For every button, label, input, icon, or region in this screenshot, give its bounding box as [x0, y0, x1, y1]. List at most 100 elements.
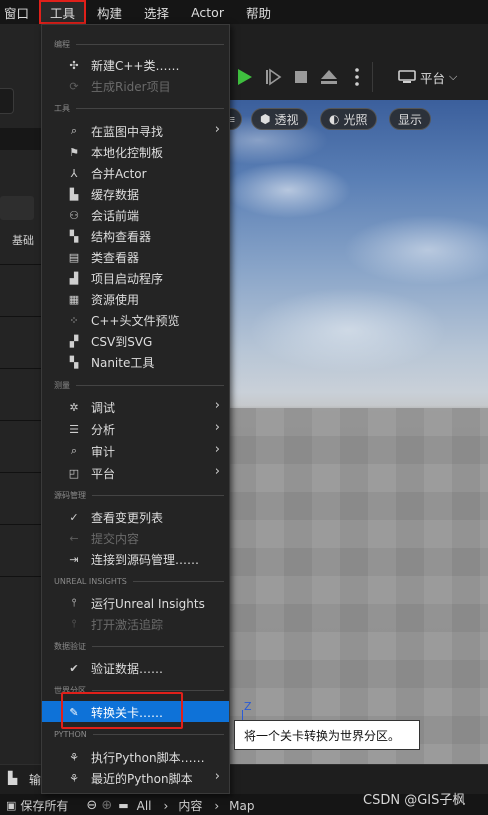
- menu-item-generate-rider[interactable]: ⟳ 生成Rider项目: [42, 75, 229, 96]
- launcher-icon: ▟: [69, 271, 79, 285]
- menu-item-localization-dashboard[interactable]: ⚑ 本地化控制板: [42, 141, 229, 162]
- insights-icon: ⫯: [71, 596, 77, 609]
- menu-item-platforms[interactable]: ◰ 平台 ›: [42, 462, 229, 483]
- platform-icon: ◰: [68, 466, 80, 480]
- play-icon[interactable]: [236, 68, 254, 86]
- menu-item-cache-data[interactable]: ▙ 缓存数据: [42, 183, 229, 204]
- left-panel-icons: [0, 196, 42, 222]
- submenu-arrow-icon: ›: [214, 420, 220, 435]
- divider: [0, 316, 42, 317]
- nanite-icon: ▚: [69, 355, 79, 369]
- divider: [0, 420, 42, 421]
- forward-icon[interactable]: ⊕: [101, 798, 112, 813]
- menu-item-session-frontend[interactable]: ⚇ 会话前端: [42, 204, 229, 225]
- flag-icon: ⚑: [69, 145, 79, 159]
- menu-item-nanite-tools[interactable]: ▚ Nanite工具: [42, 351, 229, 372]
- section-unreal-insights: UNREAL INSIGHTS: [54, 575, 224, 587]
- step-icon[interactable]: [264, 68, 282, 86]
- section-source-control: 源码管理: [54, 489, 224, 501]
- perspective-button[interactable]: ⬢ 透视: [251, 108, 308, 130]
- breadcrumb-separator-icon: ›: [214, 798, 220, 813]
- folder-icon: ▬: [118, 799, 129, 812]
- menu-item-open-live-trace[interactable]: ⫯ 打开激活追踪: [42, 613, 229, 634]
- menu-window[interactable]: 窗口: [0, 0, 37, 24]
- menu-item-find-in-blueprints[interactable]: ⌕ 在蓝图中寻找 ›: [42, 120, 229, 141]
- sky-clouds: [228, 100, 488, 390]
- floor-grid: [228, 408, 488, 764]
- breadcrumb-content[interactable]: 内容: [178, 797, 202, 814]
- menu-select[interactable]: 选择: [133, 0, 180, 24]
- menu-item-merge-actors[interactable]: ⅄ 合并Actor: [42, 162, 229, 183]
- menu-item-profile[interactable]: ☰ 分析 ›: [42, 418, 229, 439]
- menu-tools[interactable]: 工具: [39, 0, 87, 24]
- lighting-label: 光照: [343, 112, 368, 127]
- table-icon: ▦: [68, 292, 80, 306]
- save-icon[interactable]: ▣: [6, 799, 16, 812]
- menu-item-submit-content[interactable]: ← 提交内容: [42, 527, 229, 548]
- menu-item-project-launcher[interactable]: ▟ 项目启动程序: [42, 267, 229, 288]
- connect-icon: ⇥: [69, 552, 79, 566]
- submenu-arrow-icon: ›: [214, 442, 220, 457]
- menu-item-debug[interactable]: ✲ 调试 ›: [42, 396, 229, 417]
- struct-icon: ▚: [69, 229, 79, 243]
- lighting-button[interactable]: ◐ 光照: [320, 108, 377, 130]
- breadcrumb-all[interactable]: All: [137, 799, 152, 813]
- session-icon: ⚇: [69, 208, 79, 222]
- analyze-icon: ☰: [69, 422, 79, 436]
- menu-build[interactable]: 构建: [86, 0, 133, 24]
- check-circle-icon: ✓: [69, 510, 79, 524]
- platform-icon: [398, 70, 416, 83]
- python-icon: ⚘: [69, 771, 79, 785]
- csv-icon: ▞: [69, 334, 79, 348]
- menu-item-run-unreal-insights[interactable]: ⫯ 运行Unreal Insights: [42, 592, 229, 613]
- show-button[interactable]: 显示: [389, 108, 432, 130]
- section-instrumentation: 测量: [54, 379, 224, 391]
- eject-icon[interactable]: [319, 68, 339, 86]
- tooltip-text: 将一个关卡转换为世界分区。: [244, 728, 401, 743]
- menu-item-cpp-header-preview[interactable]: ⁘ C++头文件预览: [42, 309, 229, 330]
- output-log-label[interactable]: 输: [29, 771, 41, 788]
- divider: [0, 472, 42, 473]
- bug-icon: ✲: [69, 400, 79, 414]
- menu-item-recent-python[interactable]: ⚘ 最近的Python脚本 ›: [42, 767, 229, 788]
- menu-item-struct-viewer[interactable]: ▚ 结构查看器: [42, 225, 229, 246]
- menu-item-resource-usage[interactable]: ▦ 资源使用: [42, 288, 229, 309]
- menu-item-validate-data[interactable]: ✔ 验证数据……: [42, 657, 229, 678]
- breadcrumb-separator-icon: ›: [163, 798, 169, 813]
- menu-item-execute-python[interactable]: ⚘ 执行Python脚本……: [42, 746, 229, 767]
- back-icon[interactable]: ⊖: [86, 798, 97, 813]
- menu-item-new-cpp-class[interactable]: ✣ 新建C++类……: [42, 54, 229, 75]
- left-panel-field[interactable]: [0, 88, 14, 114]
- class-viewer-icon: ▤: [68, 250, 80, 264]
- menu-item-view-changelists[interactable]: ✓ 查看变更列表: [42, 506, 229, 527]
- left-panel: 基础: [0, 24, 42, 764]
- clapper-icon[interactable]: [14, 196, 34, 220]
- divider: [0, 524, 42, 525]
- menu-item-audit[interactable]: ⌕ 审计 ›: [42, 440, 229, 461]
- submenu-arrow-icon: ›: [214, 122, 220, 137]
- menu-help[interactable]: 帮助: [235, 0, 282, 24]
- show-label: 显示: [398, 112, 423, 127]
- more-options-icon[interactable]: [352, 66, 362, 88]
- section-python: PYTHON: [54, 728, 224, 740]
- section-data-validation: 数据验证: [54, 640, 224, 652]
- stop-icon[interactable]: [292, 68, 310, 86]
- submenu-arrow-icon: ›: [214, 464, 220, 479]
- level-viewport[interactable]: [228, 100, 488, 764]
- menu-item-connect-source-control[interactable]: ⇥ 连接到源码管理……: [42, 548, 229, 569]
- platform-label: 平台: [420, 70, 446, 86]
- menu-actor[interactable]: Actor: [180, 0, 235, 24]
- output-log-icon[interactable]: ▙: [8, 771, 17, 785]
- menu-item-class-viewer[interactable]: ▤ 类查看器: [42, 246, 229, 267]
- divider: [0, 576, 42, 577]
- menu-item-csv-to-svg[interactable]: ▞ CSV到SVG: [42, 330, 229, 351]
- submenu-arrow-icon: ›: [214, 398, 220, 413]
- save-all-button[interactable]: 保存所有: [20, 797, 68, 814]
- chevron-down-icon: ⌵: [449, 70, 458, 83]
- z-axis-label: Z: [244, 700, 252, 713]
- platform-button[interactable]: 平台 ⌵: [398, 66, 457, 88]
- divider: [0, 368, 42, 369]
- breadcrumb-map[interactable]: Map: [229, 799, 254, 813]
- left-panel-label: 基础: [12, 234, 34, 247]
- merge-icon: ⅄: [70, 166, 78, 180]
